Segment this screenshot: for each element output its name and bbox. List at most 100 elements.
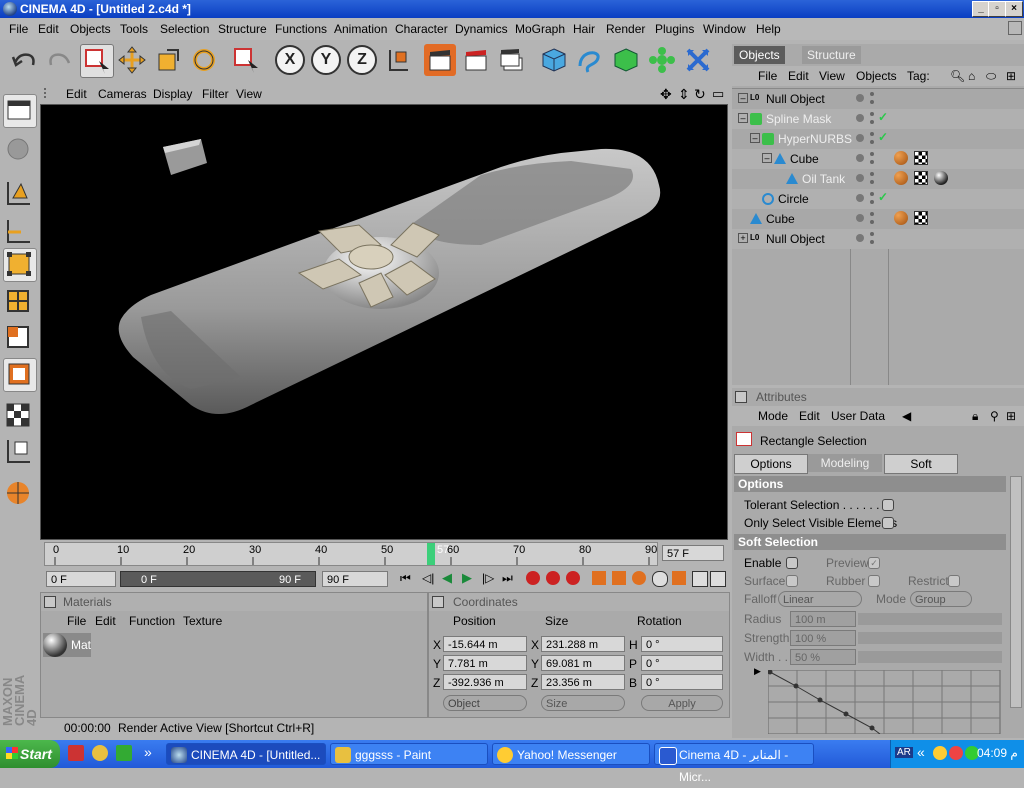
maximize-button[interactable]: ▫ bbox=[988, 1, 1006, 17]
end-frame-field[interactable]: 90 F bbox=[322, 571, 388, 587]
texture-tag-icon[interactable] bbox=[914, 211, 928, 225]
add-array-button[interactable] bbox=[646, 44, 678, 76]
live-selection-button[interactable] bbox=[230, 44, 262, 76]
viewport-menu-edit[interactable]: Edit bbox=[66, 87, 87, 101]
quicklaunch-icon-2[interactable] bbox=[92, 745, 108, 761]
viewport-rotate-icon[interactable]: ↻ bbox=[694, 86, 706, 103]
scale-key-icon[interactable] bbox=[612, 571, 626, 585]
preview-range-slider[interactable]: 0 F 90 F bbox=[120, 571, 316, 587]
rotation-p-field[interactable]: 0 ° bbox=[641, 655, 723, 671]
panel-checkbox[interactable] bbox=[432, 596, 444, 608]
polygons-mode-button[interactable] bbox=[3, 322, 35, 354]
tab-objects[interactable]: Objects bbox=[734, 46, 785, 64]
size-y-field[interactable]: 69.081 m bbox=[541, 655, 625, 671]
enabled-check-icon[interactable]: ✓ bbox=[878, 190, 888, 204]
task-yahoo-messenger[interactable]: Yahoo! Messenger bbox=[492, 743, 650, 765]
home-icon[interactable]: ⌂ bbox=[968, 69, 975, 83]
add-nurbs-button[interactable] bbox=[610, 44, 642, 76]
object-row[interactable]: – HyperNURBS ✓ bbox=[732, 129, 1024, 149]
radius-slider[interactable] bbox=[858, 613, 1002, 625]
quicklaunch-more-icon[interactable]: » bbox=[144, 744, 152, 760]
editor-visibility-dot-icon[interactable] bbox=[856, 114, 864, 122]
position-x-field[interactable]: -15.644 m bbox=[443, 636, 527, 652]
undo-button[interactable] bbox=[8, 44, 40, 76]
timeline-window-icon[interactable] bbox=[692, 571, 708, 587]
radius-field[interactable]: 100 m bbox=[790, 611, 856, 627]
lock-icon[interactable]: 🔒︎ bbox=[972, 409, 978, 424]
menu-help[interactable]: Help bbox=[756, 22, 781, 36]
y-axis-lock-button[interactable]: Y bbox=[310, 44, 342, 76]
menu-objects[interactable]: Objects bbox=[70, 22, 111, 36]
width-field[interactable]: 50 % bbox=[790, 649, 856, 665]
restrict-checkbox[interactable] bbox=[948, 575, 960, 587]
attributes-menu-mode[interactable]: Mode bbox=[758, 409, 788, 423]
texture-tag-icon[interactable] bbox=[914, 171, 928, 185]
size-x-field[interactable]: 231.288 m bbox=[541, 636, 625, 652]
options-section-header[interactable]: Options bbox=[734, 476, 1006, 492]
objects-menu-edit[interactable]: Edit bbox=[788, 69, 809, 83]
autokey-icon[interactable] bbox=[546, 571, 560, 585]
falloff-select[interactable]: Linear bbox=[778, 591, 862, 607]
object-row[interactable]: Cube bbox=[732, 209, 1024, 229]
keyframe-selection-icon[interactable] bbox=[566, 571, 580, 585]
width-slider[interactable] bbox=[858, 651, 1002, 663]
use-texture-axis-button[interactable] bbox=[3, 216, 35, 248]
menu-mograph[interactable]: MoGraph bbox=[515, 22, 565, 36]
tree-expander-icon[interactable]: – bbox=[738, 93, 748, 103]
menu-plugins[interactable]: Plugins bbox=[655, 22, 694, 36]
tab-soft-selection[interactable]: Soft Selection bbox=[884, 454, 958, 489]
menu-edit[interactable]: Edit bbox=[38, 22, 59, 36]
tab-structure[interactable]: Structure bbox=[802, 46, 861, 64]
surface-checkbox[interactable] bbox=[786, 575, 798, 587]
strength-field[interactable]: 100 % bbox=[790, 630, 856, 646]
mode-select[interactable]: Group bbox=[910, 591, 972, 607]
materials-menu-edit[interactable]: Edit bbox=[95, 614, 116, 628]
menu-structure[interactable]: Structure bbox=[218, 22, 267, 36]
viewport-menu-cameras[interactable]: Cameras bbox=[98, 87, 147, 101]
menu-tools[interactable]: Tools bbox=[120, 22, 148, 36]
editor-visibility-dot-icon[interactable] bbox=[856, 154, 864, 162]
coordinate-system-button[interactable] bbox=[382, 44, 414, 76]
menu-character[interactable]: Character bbox=[395, 22, 448, 36]
task-paint[interactable]: gggsss - Paint bbox=[330, 743, 488, 765]
menu-functions[interactable]: Functions bbox=[275, 22, 327, 36]
rotation-key-icon[interactable] bbox=[632, 571, 646, 585]
parameter-key-icon[interactable] bbox=[652, 571, 668, 587]
position-key-icon[interactable] bbox=[592, 571, 606, 585]
add-deformer-button[interactable] bbox=[682, 44, 714, 76]
apply-button[interactable]: Apply bbox=[641, 695, 723, 711]
z-axis-lock-button[interactable]: Z bbox=[346, 44, 378, 76]
size-mode-select[interactable]: Size bbox=[541, 695, 625, 711]
materials-menu-file[interactable]: File bbox=[67, 614, 86, 628]
timeline[interactable]: 0 10 20 30 40 50 60 70 80 90 57 57 F bbox=[40, 540, 728, 568]
quicklaunch-icon-1[interactable] bbox=[68, 745, 84, 761]
current-frame-field[interactable]: 57 F bbox=[662, 545, 724, 561]
viewport-menu-display[interactable]: Display bbox=[153, 87, 192, 101]
editor-visibility-dot-icon[interactable] bbox=[856, 214, 864, 222]
editor-visibility-dot-icon[interactable] bbox=[856, 94, 864, 102]
texture-axis-button[interactable] bbox=[3, 436, 35, 468]
render-visibility-dot-icon[interactable] bbox=[870, 152, 878, 164]
menu-hair[interactable]: Hair bbox=[573, 22, 595, 36]
render-settings-button[interactable] bbox=[496, 44, 528, 76]
tab-options[interactable]: Options bbox=[734, 454, 808, 474]
tray-expand-icon[interactable]: « bbox=[917, 744, 925, 760]
use-object-axis-button[interactable] bbox=[3, 178, 35, 210]
attributes-menu-edit[interactable]: Edit bbox=[799, 409, 820, 423]
use-object-tool-button[interactable] bbox=[3, 134, 35, 166]
object-row[interactable]: Oil Tank bbox=[732, 169, 1024, 189]
size-z-field[interactable]: 23.356 m bbox=[541, 674, 625, 690]
render-picture-viewer-button[interactable] bbox=[460, 44, 492, 76]
phong-tag-icon[interactable] bbox=[894, 151, 908, 165]
position-z-field[interactable]: -392.936 m bbox=[443, 674, 527, 690]
add-panel-icon[interactable]: ⊞ bbox=[1006, 409, 1016, 423]
x-axis-lock-button[interactable]: X bbox=[274, 44, 306, 76]
render-visibility-dot-icon[interactable] bbox=[870, 212, 878, 224]
position-y-field[interactable]: 7.781 m bbox=[443, 655, 527, 671]
panel-checkbox[interactable] bbox=[44, 596, 56, 608]
render-view-button[interactable] bbox=[424, 44, 456, 76]
redo-button[interactable] bbox=[44, 44, 76, 76]
record-keyframe-icon[interactable] bbox=[526, 571, 540, 585]
next-frame-icon[interactable]: |▷ bbox=[482, 571, 494, 585]
material-item[interactable]: Mat bbox=[43, 633, 91, 657]
